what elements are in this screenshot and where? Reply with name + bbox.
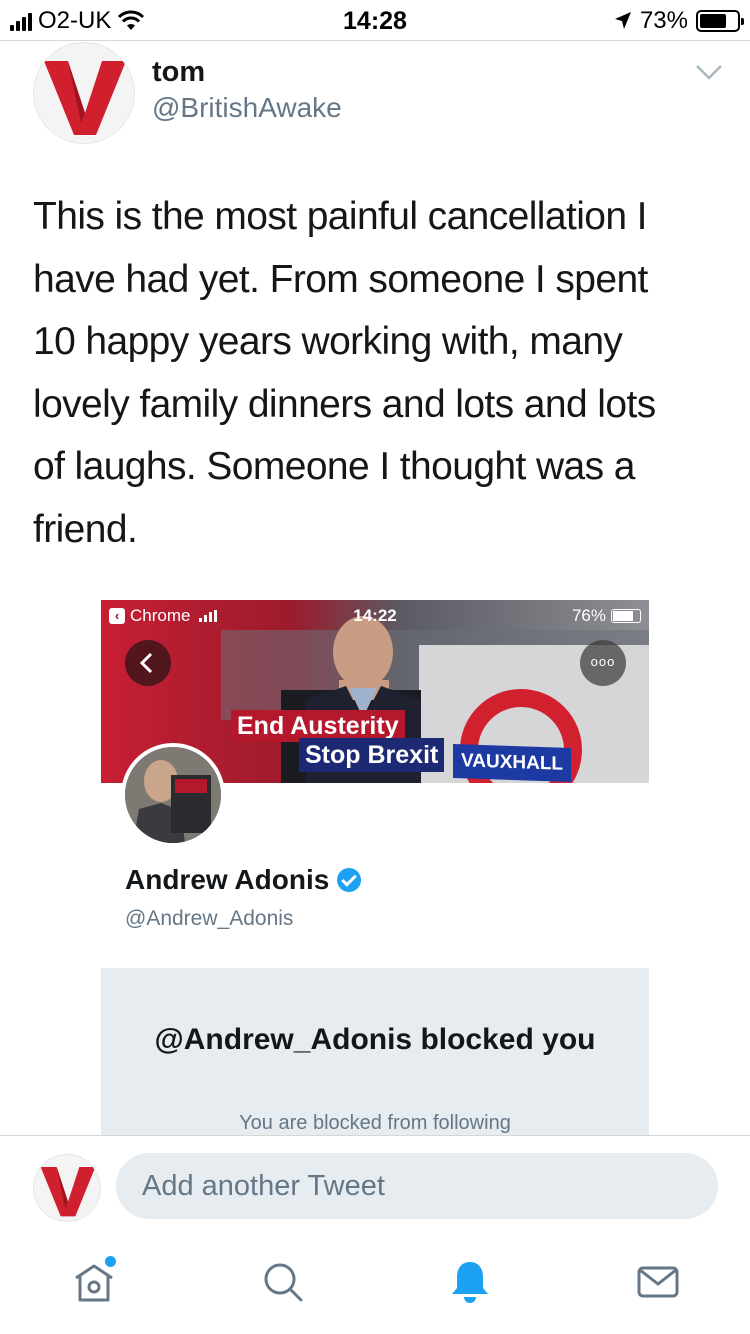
blocked-notice: @Andrew_Adonis blocked you You are block… <box>101 968 649 1135</box>
author-avatar[interactable] <box>33 42 135 144</box>
status-bar: O2-UK 14:28 73% <box>0 0 750 40</box>
author-name[interactable]: tom <box>152 56 205 89</box>
verified-badge-icon <box>337 868 362 892</box>
embedded-battery-percent: 76% <box>571 606 606 625</box>
tweet-media-image[interactable]: ‹ Chrome 14:22 76% ooo End Austerity Sto… <box>101 600 649 1135</box>
tweet-line: 10 happy years working with, many <box>33 320 623 363</box>
banner-text-3: VAUXHALL <box>453 743 572 783</box>
profile-name-row: Andrew Adonis <box>125 864 362 896</box>
battery-icon <box>696 10 744 32</box>
chevron-down-icon[interactable] <box>694 62 724 82</box>
embedded-battery-icon <box>611 609 641 623</box>
back-button <box>125 640 171 686</box>
chevron-left-icon <box>139 652 153 674</box>
profile-handle: @Andrew_Adonis <box>125 907 294 930</box>
location-icon <box>614 12 631 29</box>
profile-name: Andrew Adonis <box>125 864 330 895</box>
reply-divider <box>0 1135 750 1136</box>
tweet-line: of laughs. Someone I thought was a <box>33 445 635 488</box>
more-button: ooo <box>580 640 626 686</box>
tweet-line: This is the most painful cancellation I <box>33 195 648 238</box>
tweet-text: This is the most painful cancellation I … <box>33 186 713 561</box>
blocked-title: @Andrew_Adonis blocked you <box>154 1023 596 1056</box>
author-handle[interactable]: @BritishAwake <box>152 92 342 124</box>
embedded-time: 14:22 <box>353 606 397 625</box>
tweet-line: friend. <box>33 507 138 551</box>
status-divider <box>0 40 750 41</box>
tweet-line: have had yet. From someone I spent <box>33 257 648 301</box>
v-logo-icon <box>44 61 126 135</box>
search-icon[interactable] <box>259 1258 307 1306</box>
messages-icon[interactable] <box>634 1258 682 1306</box>
embedded-status-bar: ‹ Chrome 14:22 76% <box>101 600 649 630</box>
status-right: 73% <box>614 7 744 35</box>
v-logo-icon <box>40 1167 96 1217</box>
blocked-subtitle: You are blocked from following <box>239 1112 511 1134</box>
tweet-line: lovely family dinners and lots and lots <box>33 382 656 426</box>
embedded-status-right: 76% <box>572 606 641 626</box>
add-tweet-input[interactable]: Add another Tweet <box>116 1153 718 1219</box>
notifications-icon[interactable] <box>446 1258 494 1306</box>
battery-percent: 73% <box>639 7 688 34</box>
profile-photo <box>125 747 221 843</box>
my-avatar[interactable] <box>33 1154 101 1222</box>
new-content-dot <box>105 1256 116 1267</box>
battery-fill <box>700 14 727 28</box>
banner-text-2: Stop Brexit <box>299 738 445 772</box>
profile-avatar <box>121 743 225 847</box>
